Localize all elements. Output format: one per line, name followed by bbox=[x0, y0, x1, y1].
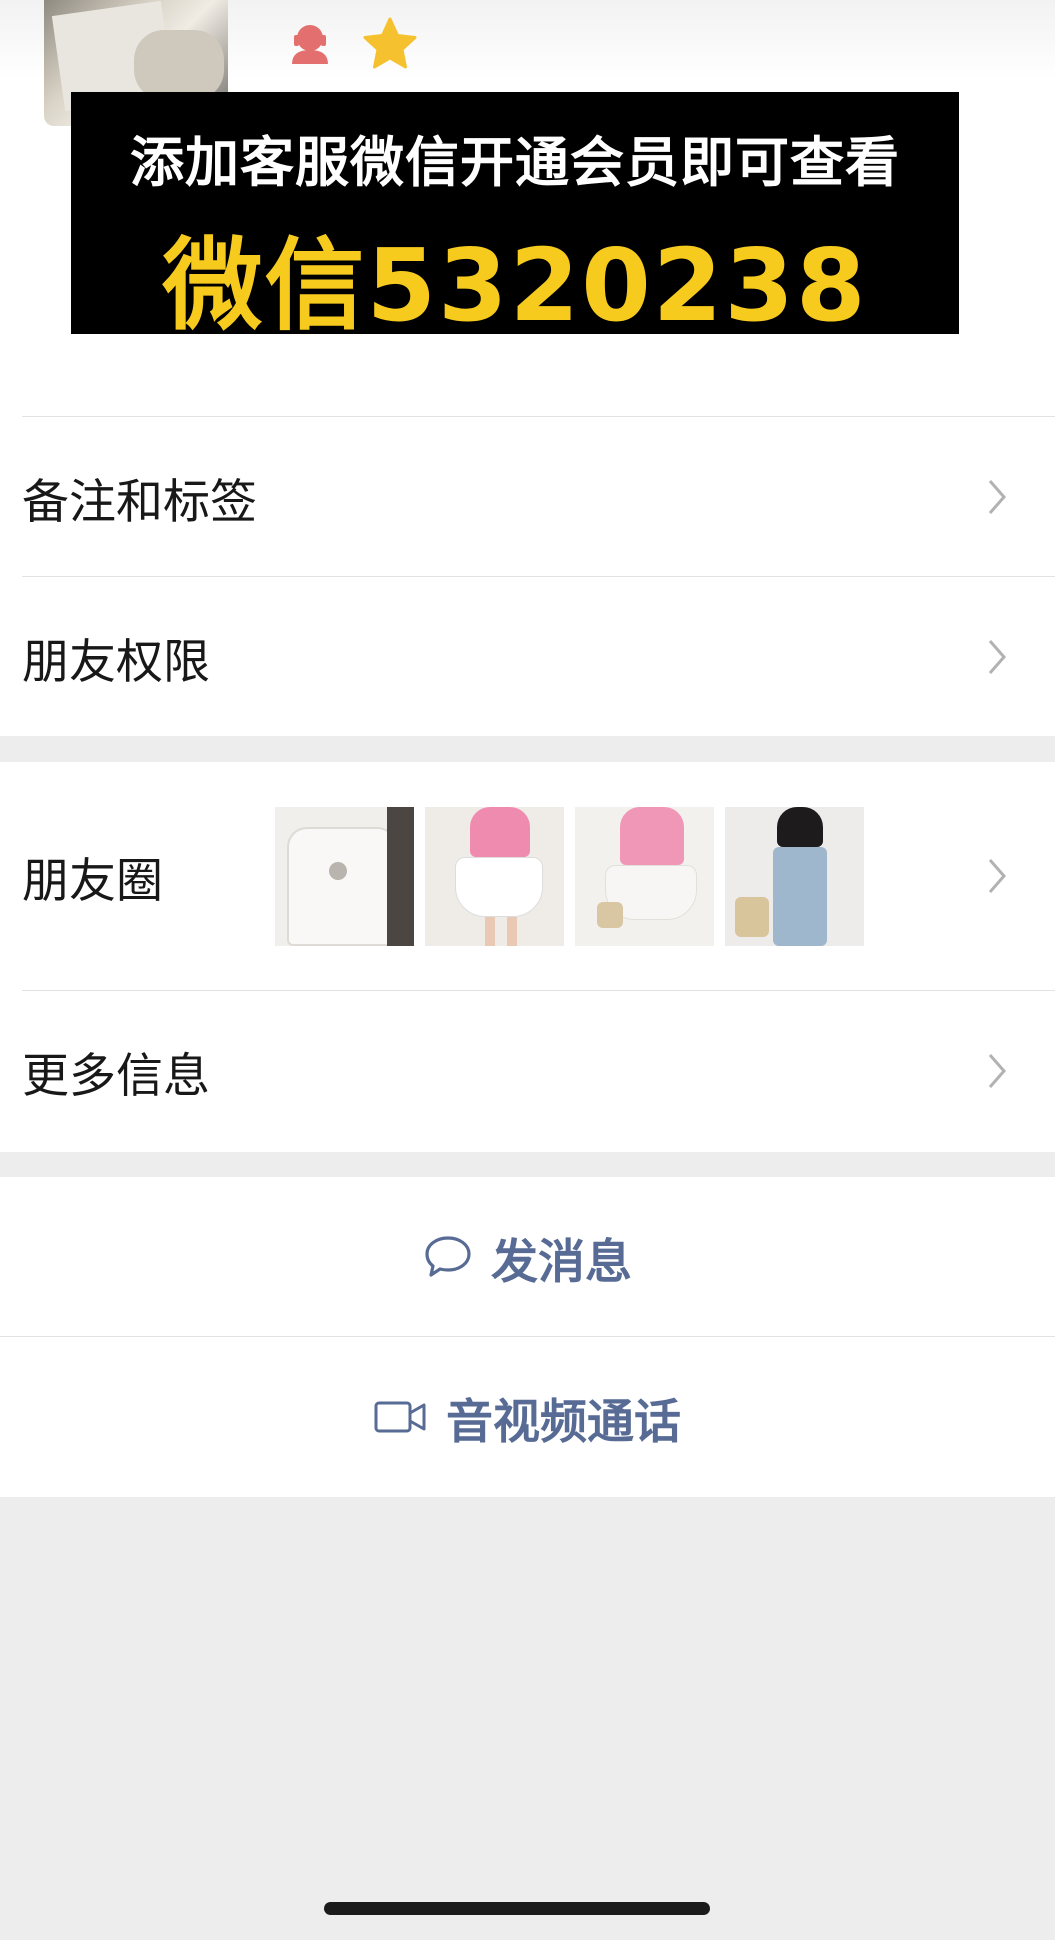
actions-section: 发消息 音视频通话 bbox=[0, 1177, 1055, 1497]
send-message-label: 发消息 bbox=[491, 1234, 632, 1290]
video-camera-icon bbox=[374, 1401, 426, 1433]
moments-section: 朋友圈 更多信息 bbox=[0, 762, 1055, 1152]
star-icon[interactable] bbox=[360, 14, 420, 74]
voice-video-call-label: 音视频通话 bbox=[446, 1394, 681, 1450]
avatar-photo-detail bbox=[134, 30, 224, 100]
moments-row[interactable]: 朋友圈 bbox=[0, 762, 1055, 990]
moment-photo-3[interactable] bbox=[575, 807, 714, 946]
voice-video-call-button[interactable]: 音视频通话 bbox=[0, 1337, 1055, 1497]
moment-photo-2[interactable] bbox=[425, 807, 564, 946]
customer-service-icon bbox=[292, 25, 328, 64]
moment-photo-1[interactable] bbox=[275, 807, 414, 946]
ad-banner: 添加客服微信开通会员即可查看 微信5320238 bbox=[71, 92, 959, 344]
ad-banner-line1: 添加客服微信开通会员即可查看 bbox=[130, 131, 900, 194]
profile-section: 添加客服微信开通会员即可查看 微信5320238 备注和标签 朋友权限 bbox=[0, 0, 1055, 736]
remarks-and-tags-label: 备注和标签 bbox=[22, 474, 257, 530]
profile-badges bbox=[284, 14, 420, 74]
more-info-label: 更多信息 bbox=[22, 1048, 210, 1104]
more-info-row[interactable]: 更多信息 bbox=[0, 991, 1055, 1151]
remarks-and-tags-row[interactable]: 备注和标签 bbox=[0, 417, 1055, 577]
ad-banner-line2: 微信5320238 bbox=[162, 227, 868, 344]
send-message-button[interactable]: 发消息 bbox=[0, 1177, 1055, 1337]
friend-permissions-label: 朋友权限 bbox=[22, 634, 210, 690]
chevron-right-icon bbox=[988, 1054, 1006, 1088]
chevron-right-icon bbox=[988, 640, 1006, 674]
home-indicator[interactable] bbox=[324, 1902, 710, 1915]
chevron-right-icon bbox=[988, 859, 1006, 893]
moments-label: 朋友圈 bbox=[22, 853, 163, 909]
chevron-right-icon bbox=[988, 480, 1006, 514]
friend-permissions-row[interactable]: 朋友权限 bbox=[0, 577, 1055, 737]
chat-bubble-icon bbox=[425, 1236, 471, 1277]
moment-photo-4[interactable] bbox=[725, 807, 864, 946]
moments-thumbnails bbox=[275, 807, 864, 946]
